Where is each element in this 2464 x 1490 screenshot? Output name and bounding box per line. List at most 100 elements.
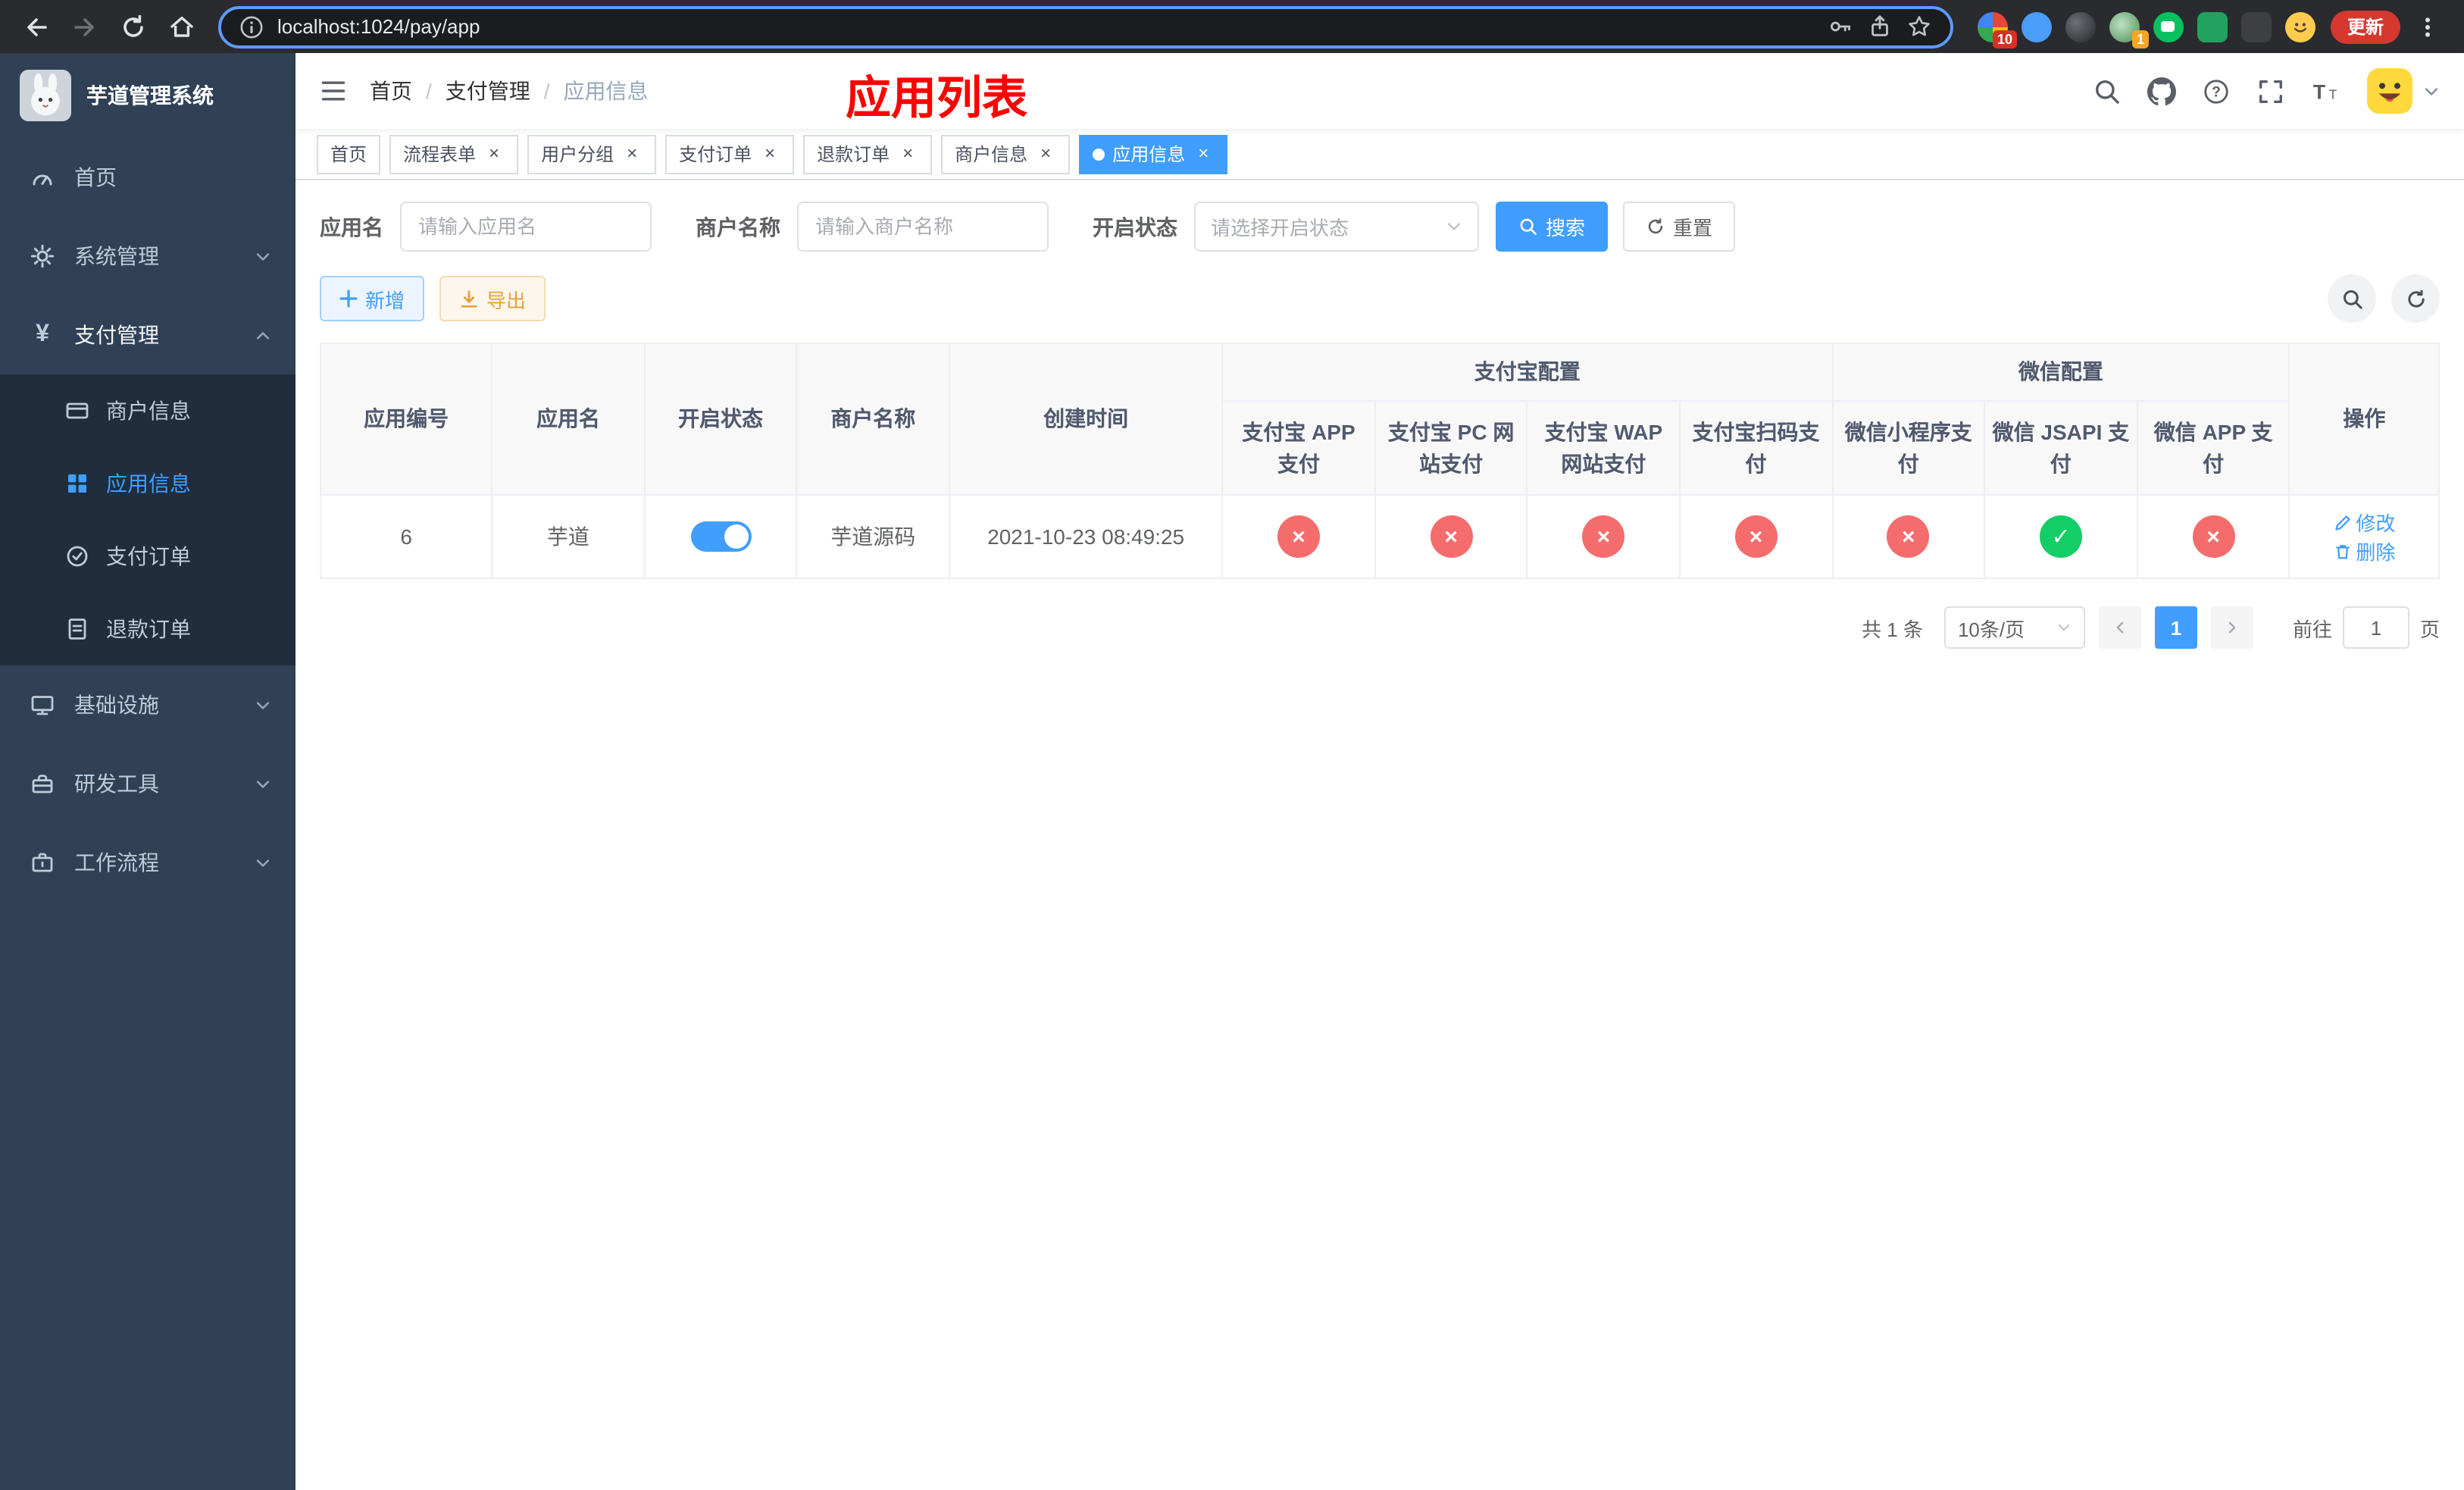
info-icon[interactable]	[239, 14, 264, 39]
delete-link[interactable]: 删除	[2333, 537, 2395, 565]
sidebar-item-label: 系统管理	[74, 244, 159, 268]
breadcrumb-home[interactable]: 首页	[370, 76, 412, 106]
user-menu[interactable]	[2367, 68, 2440, 114]
tab-refund-order[interactable]: 退款订单	[803, 134, 933, 174]
search-icon	[1518, 217, 1538, 236]
close-icon[interactable]	[1193, 143, 1214, 164]
delete-icon	[2333, 542, 2351, 560]
sidebar-item-label: 支付订单	[106, 544, 191, 568]
menu-dots-icon[interactable]	[2406, 5, 2449, 48]
chevron-down-icon	[255, 775, 271, 792]
extension-icon-5[interactable]	[2153, 11, 2184, 42]
close-icon[interactable]	[483, 143, 505, 164]
next-page-button[interactable]	[2210, 606, 2253, 649]
extension-icon-6[interactable]	[2197, 11, 2228, 42]
address-bar[interactable]: localhost:1024/pay/app	[218, 5, 1953, 48]
top-navbar: 首页 / 支付管理 / 应用信息 ? TT	[295, 53, 2464, 129]
toggle-search-button[interactable]	[2328, 274, 2376, 323]
export-button[interactable]: 导出	[439, 276, 546, 321]
sidebar-item-label: 工作流程	[74, 850, 159, 875]
refresh-page-icon[interactable]	[112, 5, 155, 48]
browser-chrome: localhost:1024/pay/app 10 1 更新	[0, 0, 2464, 53]
hamburger-icon[interactable]	[320, 77, 347, 105]
breadcrumb-separator: /	[426, 79, 432, 103]
cell-app-id: 6	[319, 494, 493, 579]
cell-merchant-name: 芋道源码	[796, 494, 950, 579]
edit-link[interactable]: 修改	[2333, 508, 2395, 537]
merchant-name-label: 商户名称	[696, 214, 780, 239]
prev-page-button[interactable]	[2098, 606, 2141, 649]
breadcrumb: 首页 / 支付管理 / 应用信息	[370, 76, 649, 106]
sidebar-item-workflow[interactable]: 工作流程	[0, 823, 295, 902]
forward-icon[interactable]	[64, 5, 106, 48]
tab-process-form[interactable]: 流程表单	[389, 134, 519, 174]
status-toggle[interactable]	[690, 521, 752, 552]
sidebar-item-refund-order[interactable]: 退款订单	[0, 593, 295, 665]
refresh-table-button[interactable]	[2391, 274, 2440, 323]
tab-label: 商户信息	[955, 144, 1028, 165]
help-icon[interactable]: ?	[2202, 77, 2231, 105]
page-size-select[interactable]: 10条/页	[1943, 606, 2085, 649]
app-name-input[interactable]	[400, 202, 652, 252]
alipay-pc-status-icon: ×	[1430, 515, 1473, 558]
sidebar-item-system[interactable]: 系统管理	[0, 217, 295, 296]
bookmark-star-icon[interactable]	[1906, 14, 1932, 39]
font-size-icon[interactable]: TT	[2311, 77, 2341, 105]
app-title: 芋道管理系统	[86, 83, 214, 108]
page-number-1[interactable]: 1	[2154, 606, 2197, 649]
tab-app-info[interactable]: 应用信息	[1079, 134, 1228, 174]
sidebar-item-payment[interactable]: ¥ 支付管理	[0, 296, 295, 374]
sidebar-item-devtools[interactable]: 研发工具	[0, 744, 295, 823]
tab-user-group[interactable]: 用户分组	[527, 134, 657, 174]
tab-pay-order[interactable]: 支付订单	[665, 134, 795, 174]
add-button-label: 新增	[365, 289, 405, 311]
key-icon[interactable]	[1828, 14, 1853, 39]
sidebar-item-app-info[interactable]: 应用信息	[0, 447, 295, 520]
extension-icon-7[interactable]	[2240, 11, 2272, 42]
extension-icon-8[interactable]	[2284, 11, 2315, 42]
extension-badge: 10	[1992, 30, 2017, 48]
app-name-label: 应用名	[320, 214, 383, 239]
col-header: 支付宝 WAP 网站支付	[1526, 400, 1681, 496]
status-select[interactable]: 请选择开启状态	[1194, 202, 1479, 252]
tab-home[interactable]: 首页	[317, 134, 381, 174]
fullscreen-icon[interactable]	[2256, 77, 2285, 105]
close-icon[interactable]	[1035, 143, 1056, 164]
status-label: 开启状态	[1093, 214, 1177, 239]
sidebar-item-merchant-info[interactable]: 商户信息	[0, 374, 295, 447]
sidebar-item-infra[interactable]: 基础设施	[0, 665, 295, 744]
merchant-name-input[interactable]	[797, 202, 1049, 252]
close-icon[interactable]	[897, 143, 918, 164]
search-icon[interactable]	[2093, 77, 2122, 105]
tab-label: 支付订单	[679, 144, 752, 165]
add-button[interactable]: 新增	[320, 276, 425, 321]
extension-badge: 1	[2131, 30, 2149, 48]
update-button[interactable]: 更新	[2330, 10, 2400, 43]
share-icon[interactable]	[1867, 14, 1893, 39]
toggle-knob	[724, 524, 749, 549]
chevron-down-icon	[255, 696, 271, 713]
page-size-value: 10条/页	[1957, 618, 2025, 640]
sidebar-item-pay-order[interactable]: 支付订单	[0, 520, 295, 593]
goto-page-input[interactable]	[2342, 606, 2409, 649]
home-icon[interactable]	[161, 5, 203, 48]
github-icon[interactable]	[2147, 77, 2176, 105]
search-button[interactable]: 搜索	[1496, 202, 1609, 252]
close-icon[interactable]	[621, 143, 643, 164]
extension-icon-1[interactable]: 10	[1977, 11, 2017, 48]
col-header: 开启状态	[643, 343, 798, 496]
reset-button[interactable]: 重置	[1623, 202, 1736, 252]
tags-view: 首页 流程表单 用户分组 支付订单 退款订单 商户信息 应用信息	[295, 129, 2464, 180]
extension-icon-4[interactable]: 1	[2109, 11, 2149, 48]
close-icon[interactable]	[759, 143, 780, 164]
sidebar-item-home[interactable]: 首页	[0, 138, 295, 217]
back-icon[interactable]	[15, 5, 58, 48]
extension-icon-3[interactable]	[2065, 11, 2096, 42]
navbar-actions: ? TT	[2093, 68, 2440, 114]
sidebar-logo[interactable]: 芋道管理系统	[0, 53, 295, 138]
breadcrumb-payment[interactable]: 支付管理	[446, 76, 530, 106]
table-toolbar: 新增 导出	[320, 274, 2440, 323]
tab-merchant-info[interactable]: 商户信息	[941, 134, 1071, 174]
extension-icon-2[interactable]	[2021, 11, 2052, 42]
url-text[interactable]: localhost:1024/pay/app	[277, 15, 1814, 38]
